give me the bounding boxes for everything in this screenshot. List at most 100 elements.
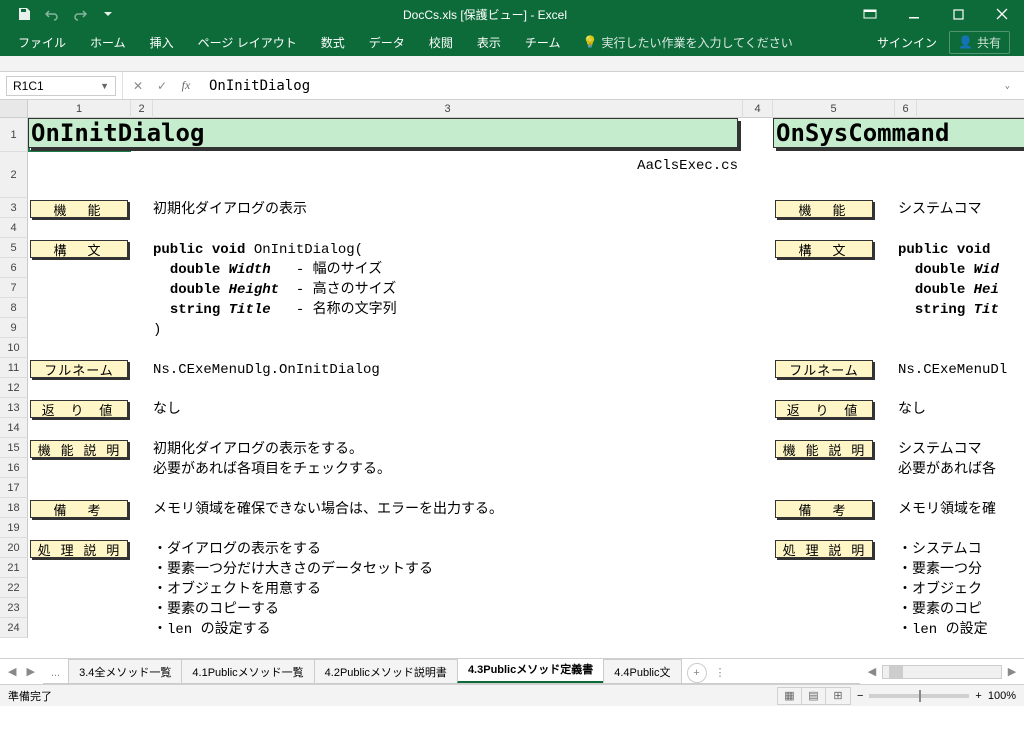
chevron-down-icon[interactable]: ▼ (100, 81, 109, 91)
maximize-icon[interactable] (936, 0, 980, 28)
sheet-tab-active[interactable]: 4.3Publicメソッド定義書 (457, 659, 604, 683)
cell-syntax: public void OnInitDialog( double Width -… (153, 240, 397, 340)
col-header[interactable]: 1 (28, 100, 131, 118)
row-header[interactable]: 13 (0, 398, 28, 418)
row-header[interactable]: 3 (0, 198, 28, 218)
row-header[interactable]: 19 (0, 518, 28, 538)
sheet-tabs: ... 3.4全メソッド一覧 4.1Publicメソッド一覧 4.2Public… (43, 659, 860, 684)
cell-procdesc: ・ダイアログの表示をする ・要素一つ分だけ大きさのデータセットする ・オブジェク… (153, 540, 433, 640)
row-header[interactable]: 4 (0, 218, 28, 238)
tab-file[interactable]: ファイル (6, 28, 78, 56)
tab-team[interactable]: チーム (513, 28, 573, 56)
row-header[interactable]: 22 (0, 578, 28, 598)
minimize-icon[interactable] (892, 0, 936, 28)
select-all-corner[interactable] (0, 100, 28, 117)
row-header[interactable]: 11 (0, 358, 28, 378)
col-header[interactable]: 3 (153, 100, 743, 118)
tab-data[interactable]: データ (357, 28, 417, 56)
enter-icon[interactable]: ✓ (153, 79, 171, 93)
cell-funcdesc: 初期化ダイアログの表示をする。 必要があれば各項目をチェックする。 (153, 440, 391, 480)
column-headers[interactable]: 1 2 3 4 5 6 (0, 100, 1024, 118)
sheet-prev-icon[interactable]: ◀ (4, 663, 20, 680)
cancel-icon[interactable]: ✕ (129, 79, 147, 93)
worksheet-grid[interactable]: 1 2 3 4 5 6 1 2 3 4 5 6 7 8 9 10 11 12 1… (0, 100, 1024, 658)
share-button[interactable]: 👤 共有 (949, 31, 1010, 54)
row-header[interactable]: 15 (0, 438, 28, 458)
sheet-tab[interactable]: 4.4Public文 (603, 659, 681, 684)
row-header[interactable]: 12 (0, 378, 28, 398)
row-header[interactable]: 9 (0, 318, 28, 338)
label-return: 返 り 値 (30, 400, 128, 418)
row-header[interactable]: 5 (0, 238, 28, 258)
tab-formulas[interactable]: 数式 (309, 28, 357, 56)
label-remarks-r: 備 考 (775, 500, 873, 518)
sheet-tab-bar: ◀ ▶ ... 3.4全メソッド一覧 4.1Publicメソッド一覧 4.2Pu… (0, 658, 1024, 684)
qat-dropdown-icon[interactable] (94, 0, 122, 28)
scroll-track[interactable] (882, 665, 1002, 679)
row-headers[interactable]: 1 2 3 4 5 6 7 8 9 10 11 12 13 14 15 16 1… (0, 118, 28, 638)
sheet-next-icon[interactable]: ▶ (22, 663, 38, 680)
tab-home[interactable]: ホーム (78, 28, 138, 56)
row-header[interactable]: 16 (0, 458, 28, 478)
view-normal-icon[interactable]: ▦ (778, 688, 802, 704)
tab-insert[interactable]: 挿入 (138, 28, 186, 56)
formula-input[interactable]: OnInitDialog ⌄ (201, 76, 1024, 96)
scroll-right-icon[interactable]: ▶ (1004, 664, 1020, 680)
row-header[interactable]: 6 (0, 258, 28, 278)
col-header[interactable]: 4 (743, 100, 773, 118)
zoom-slider[interactable] (869, 694, 969, 698)
expand-formula-icon[interactable]: ⌄ (1005, 81, 1010, 91)
tab-view[interactable]: 表示 (465, 28, 513, 56)
zoom-level[interactable]: 100% (988, 690, 1016, 702)
signin-link[interactable]: サインイン (877, 34, 937, 51)
cell-remarks: メモリ領域を確保できない場合は、エラーを出力する。 (153, 500, 503, 520)
row-header[interactable]: 24 (0, 618, 28, 638)
row-header[interactable]: 7 (0, 278, 28, 298)
cell-funcdesc-r: システムコマ 必要があれば各 (898, 440, 996, 480)
scroll-left-icon[interactable]: ◀ (864, 664, 880, 680)
col-header[interactable]: 6 (895, 100, 917, 118)
fx-icon[interactable]: fx (177, 78, 195, 93)
cell-func: 初期化ダイアログの表示 (153, 200, 307, 220)
row-header[interactable]: 2 (0, 152, 28, 198)
tab-pagelayout[interactable]: ページ レイアウト (186, 28, 309, 56)
row-header[interactable]: 14 (0, 418, 28, 438)
col-header[interactable]: 5 (773, 100, 895, 118)
save-icon[interactable] (10, 0, 38, 28)
ribbon-tabs: ファイル ホーム 挿入 ページ レイアウト 数式 データ 校閲 表示 チーム 💡… (0, 28, 1024, 56)
row-header[interactable]: 17 (0, 478, 28, 498)
quick-access-toolbar (0, 0, 122, 28)
hscroll: ◀ ▶ (860, 664, 1024, 680)
tab-review[interactable]: 校閲 (417, 28, 465, 56)
name-box[interactable]: R1C1▼ (6, 76, 116, 96)
sheet-tab[interactable]: 4.2Publicメソッド説明書 (314, 659, 458, 684)
view-pagelayout-icon[interactable]: ▤ (802, 688, 826, 704)
row-header[interactable]: 1 (0, 118, 28, 152)
sheet-overflow[interactable]: ... (43, 663, 68, 683)
close-icon[interactable] (980, 0, 1024, 28)
ribbon-options-icon[interactable] (848, 0, 892, 28)
col-header[interactable]: 2 (131, 100, 153, 118)
redo-icon[interactable] (66, 0, 94, 28)
tell-me[interactable]: 💡 実行したい作業を入力してください (582, 34, 792, 51)
sheet-tab[interactable]: 3.4全メソッド一覧 (68, 659, 182, 684)
scroll-thumb[interactable] (889, 666, 903, 678)
zoom-in-icon[interactable]: + (975, 690, 981, 702)
col-header[interactable] (917, 100, 1024, 118)
row-header[interactable]: 20 (0, 538, 28, 558)
row-header[interactable]: 18 (0, 498, 28, 518)
zoom-out-icon[interactable]: − (857, 690, 863, 702)
cell-syntax-r: public void double Wid double Hei string… (898, 240, 999, 320)
row-header[interactable]: 23 (0, 598, 28, 618)
label-func: 機 能 (30, 200, 128, 218)
label-syntax: 構 文 (30, 240, 128, 258)
cell-func-r: システムコマ (898, 200, 982, 220)
ribbon-lower (0, 56, 1024, 72)
sheet-tab[interactable]: 4.1Publicメソッド一覧 (181, 659, 314, 684)
row-header[interactable]: 10 (0, 338, 28, 358)
view-pagebreak-icon[interactable]: ⊞ (826, 688, 850, 704)
undo-icon[interactable] (38, 0, 66, 28)
new-sheet-icon[interactable]: + (687, 663, 707, 683)
row-header[interactable]: 8 (0, 298, 28, 318)
row-header[interactable]: 21 (0, 558, 28, 578)
